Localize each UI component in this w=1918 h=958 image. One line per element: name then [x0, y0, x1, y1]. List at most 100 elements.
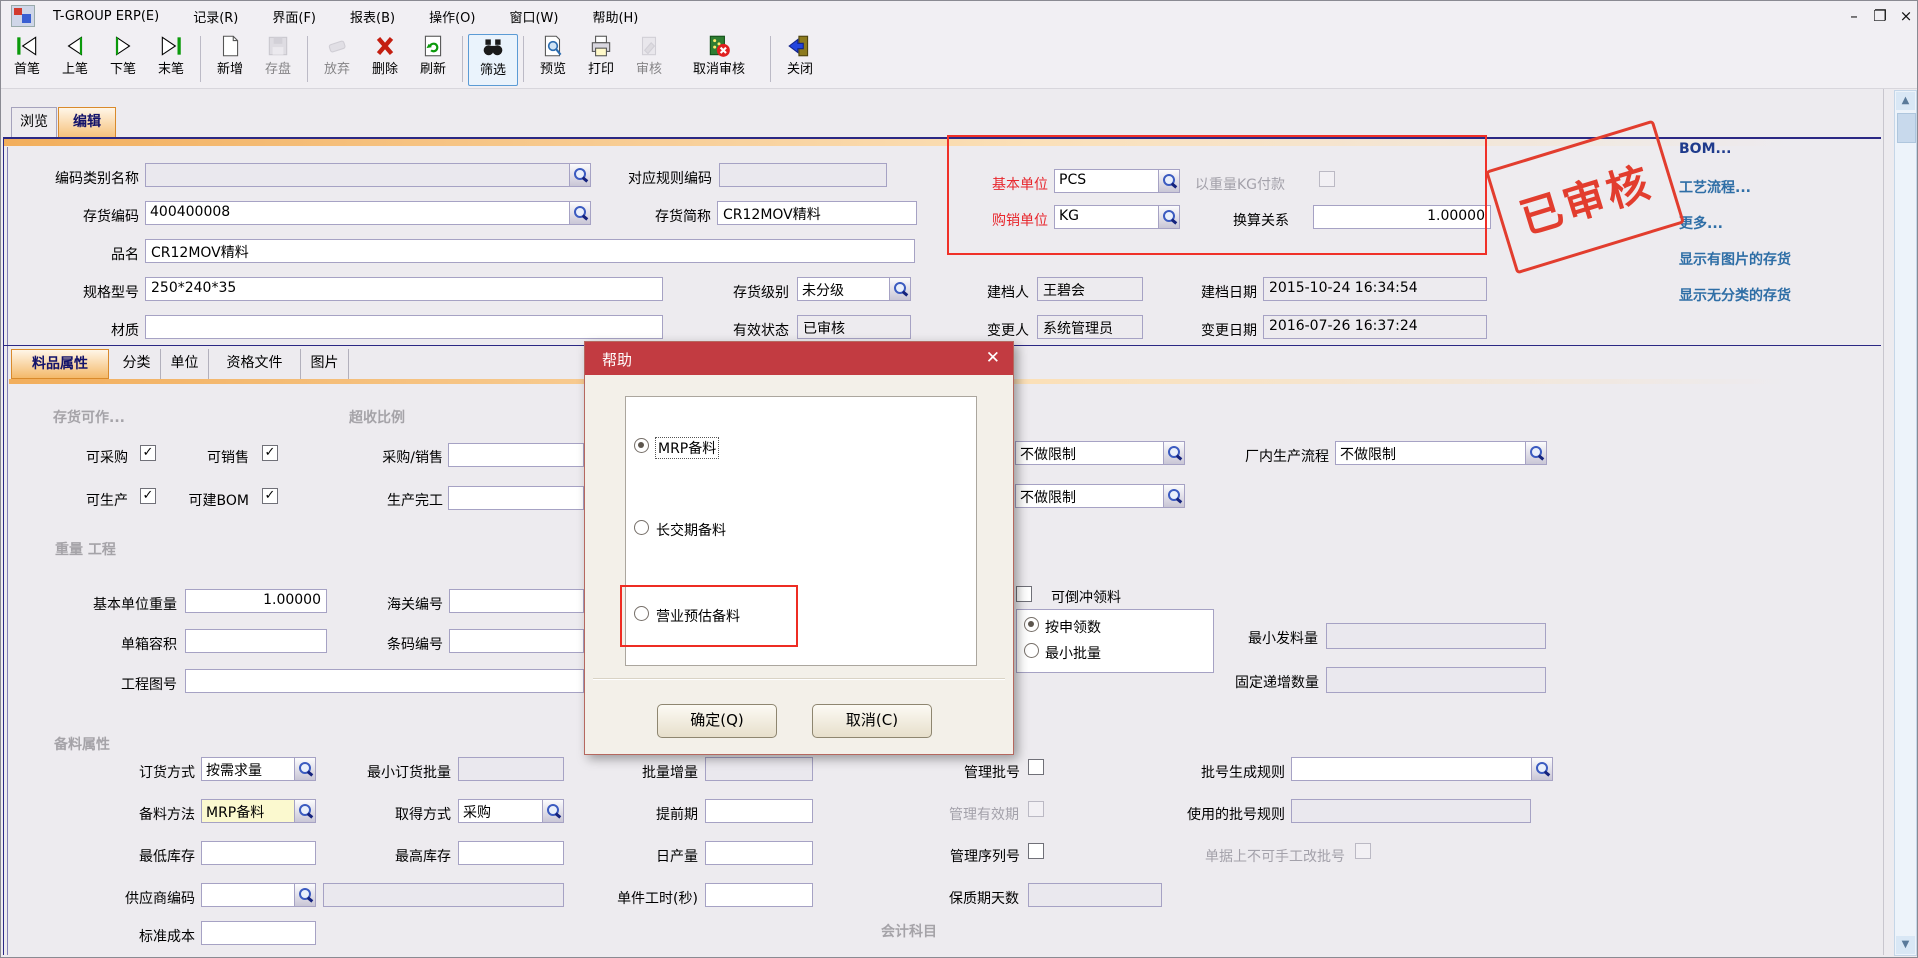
mrp-stock-label[interactable]: MRP备料: [656, 438, 718, 458]
lookup-icon[interactable]: [1531, 758, 1552, 780]
lookup-icon[interactable]: [889, 278, 910, 300]
backflush-checkbox[interactable]: [1016, 586, 1032, 602]
acquire-field[interactable]: 采购: [458, 799, 564, 823]
prep-method-field[interactable]: MRP备料: [201, 799, 316, 823]
tab-unit[interactable]: 单位: [161, 349, 209, 379]
manage-batch-checkbox[interactable]: [1028, 759, 1044, 775]
sales-forecast-radio[interactable]: [634, 606, 649, 621]
material-field[interactable]: [145, 315, 663, 339]
mrp-stock-radio[interactable]: [634, 438, 649, 453]
sellable-checkbox[interactable]: [262, 445, 278, 461]
batch-rule-field[interactable]: [1291, 757, 1553, 781]
producible-checkbox[interactable]: [140, 488, 156, 504]
production-finish-field[interactable]: [448, 486, 584, 510]
sales-forecast-label[interactable]: 营业预估备料: [656, 606, 740, 626]
limit-field-1[interactable]: 不做限制: [1015, 441, 1185, 465]
bom-link[interactable]: BOM...: [1679, 141, 1731, 157]
process-flow-link[interactable]: 工艺流程...: [1679, 177, 1751, 197]
factory-flow-field[interactable]: 不做限制: [1335, 441, 1547, 465]
dialog-close-icon[interactable]: ✕: [986, 348, 1000, 368]
new-button[interactable]: 新增: [206, 34, 254, 84]
box-volume-field[interactable]: [185, 629, 327, 653]
drawing-no-field[interactable]: [185, 669, 584, 693]
lookup-icon[interactable]: [1158, 206, 1179, 228]
item-level-field[interactable]: 未分级: [797, 277, 911, 301]
lookup-icon[interactable]: [1163, 442, 1184, 464]
tab-item-attributes[interactable]: 料品属性: [11, 349, 109, 379]
menu-window[interactable]: 窗口(W): [505, 5, 562, 28]
tab-browse[interactable]: 浏览: [11, 107, 57, 137]
base-unit-field[interactable]: PCS: [1054, 169, 1180, 193]
filter-button[interactable]: 筛选: [468, 34, 518, 86]
lookup-icon[interactable]: [542, 800, 563, 822]
rule-code-field[interactable]: [719, 163, 887, 187]
lookup-icon[interactable]: [569, 202, 590, 224]
scroll-up-icon[interactable]: ▲: [1896, 92, 1915, 110]
lookup-icon[interactable]: [294, 884, 315, 906]
lookup-icon[interactable]: [1525, 442, 1546, 464]
by-request-radio[interactable]: [1024, 617, 1039, 632]
lookup-icon[interactable]: [569, 164, 590, 186]
lookup-icon[interactable]: [294, 800, 315, 822]
first-record-button[interactable]: 首笔: [3, 34, 51, 84]
refresh-button[interactable]: 刷新: [409, 34, 457, 84]
purchasable-checkbox[interactable]: [140, 445, 156, 461]
close-button[interactable]: 关闭: [776, 34, 824, 84]
next-record-button[interactable]: 下笔: [99, 34, 147, 84]
daily-output-field[interactable]: [705, 841, 813, 865]
prev-record-button[interactable]: 上笔: [51, 34, 99, 84]
show-unclassified-link[interactable]: 显示无分类的存货: [1679, 285, 1791, 305]
show-with-image-link[interactable]: 显示有图片的存货: [1679, 249, 1791, 269]
min-stock-field[interactable]: [201, 841, 316, 865]
delete-button[interactable]: 删除: [361, 34, 409, 84]
lead-time-field[interactable]: [705, 799, 813, 823]
tab-image[interactable]: 图片: [301, 349, 349, 379]
more-link[interactable]: 更多...: [1679, 213, 1723, 233]
lookup-icon[interactable]: [1163, 485, 1184, 507]
menu-tgroup-erp[interactable]: T-GROUP ERP(E): [49, 7, 163, 26]
product-name-field[interactable]: CR12MOV精料: [145, 239, 915, 263]
last-record-button[interactable]: 末笔: [147, 34, 195, 84]
scroll-down-icon[interactable]: ▼: [1896, 936, 1915, 954]
item-code-field[interactable]: 400400008: [145, 201, 591, 225]
cancel-approve-button[interactable]: 取消审核: [673, 34, 765, 84]
barcode-field[interactable]: [449, 629, 584, 653]
ok-button[interactable]: 确定(Q): [657, 704, 777, 738]
tab-edit[interactable]: 编辑: [58, 107, 116, 137]
supplier-field[interactable]: [201, 883, 316, 907]
limit-field-2[interactable]: 不做限制: [1015, 484, 1185, 508]
vertical-scrollbar[interactable]: ▲ ▼: [1894, 90, 1917, 956]
unit-hours-field[interactable]: [705, 883, 813, 907]
customs-code-field[interactable]: [449, 589, 584, 613]
base-unit-weight-field[interactable]: 1.00000: [185, 589, 327, 613]
long-leadtime-radio[interactable]: [634, 520, 649, 535]
minimize-button[interactable]: –: [1841, 7, 1867, 25]
lookup-icon[interactable]: [294, 758, 315, 780]
spec-field[interactable]: 250*240*35: [145, 277, 663, 301]
order-mode-field[interactable]: 按需求量: [201, 757, 316, 781]
min-batch-radio[interactable]: [1024, 643, 1039, 658]
coding-category-field[interactable]: [145, 163, 591, 187]
close-window-button[interactable]: ×: [1893, 7, 1918, 25]
manage-serial-checkbox[interactable]: [1028, 843, 1044, 859]
cancel-button[interactable]: 取消(C): [812, 704, 932, 738]
conversion-field[interactable]: 1.00000: [1313, 205, 1491, 229]
menu-interface[interactable]: 界面(F): [268, 5, 320, 28]
long-leadtime-label[interactable]: 长交期备料: [656, 520, 726, 540]
tab-classification[interactable]: 分类: [113, 349, 161, 379]
menu-operation[interactable]: 操作(O): [425, 5, 479, 28]
max-stock-field[interactable]: [458, 841, 564, 865]
preview-button[interactable]: 预览: [529, 34, 577, 84]
print-button[interactable]: 打印: [577, 34, 625, 84]
menu-help[interactable]: 帮助(H): [588, 5, 642, 28]
tab-qualification[interactable]: 资格文件: [209, 349, 301, 379]
item-abbr-field[interactable]: CR12MOV精料: [717, 201, 917, 225]
menu-record[interactable]: 记录(R): [189, 5, 242, 28]
std-cost-field[interactable]: [201, 921, 316, 945]
lookup-icon[interactable]: [1158, 170, 1179, 192]
menu-report[interactable]: 报表(B): [346, 5, 399, 28]
scrollbar-thumb[interactable]: [1897, 113, 1916, 143]
restore-button[interactable]: ❐: [1867, 7, 1893, 25]
purchase-sale-field[interactable]: [448, 443, 584, 467]
trade-unit-field[interactable]: KG: [1054, 205, 1180, 229]
